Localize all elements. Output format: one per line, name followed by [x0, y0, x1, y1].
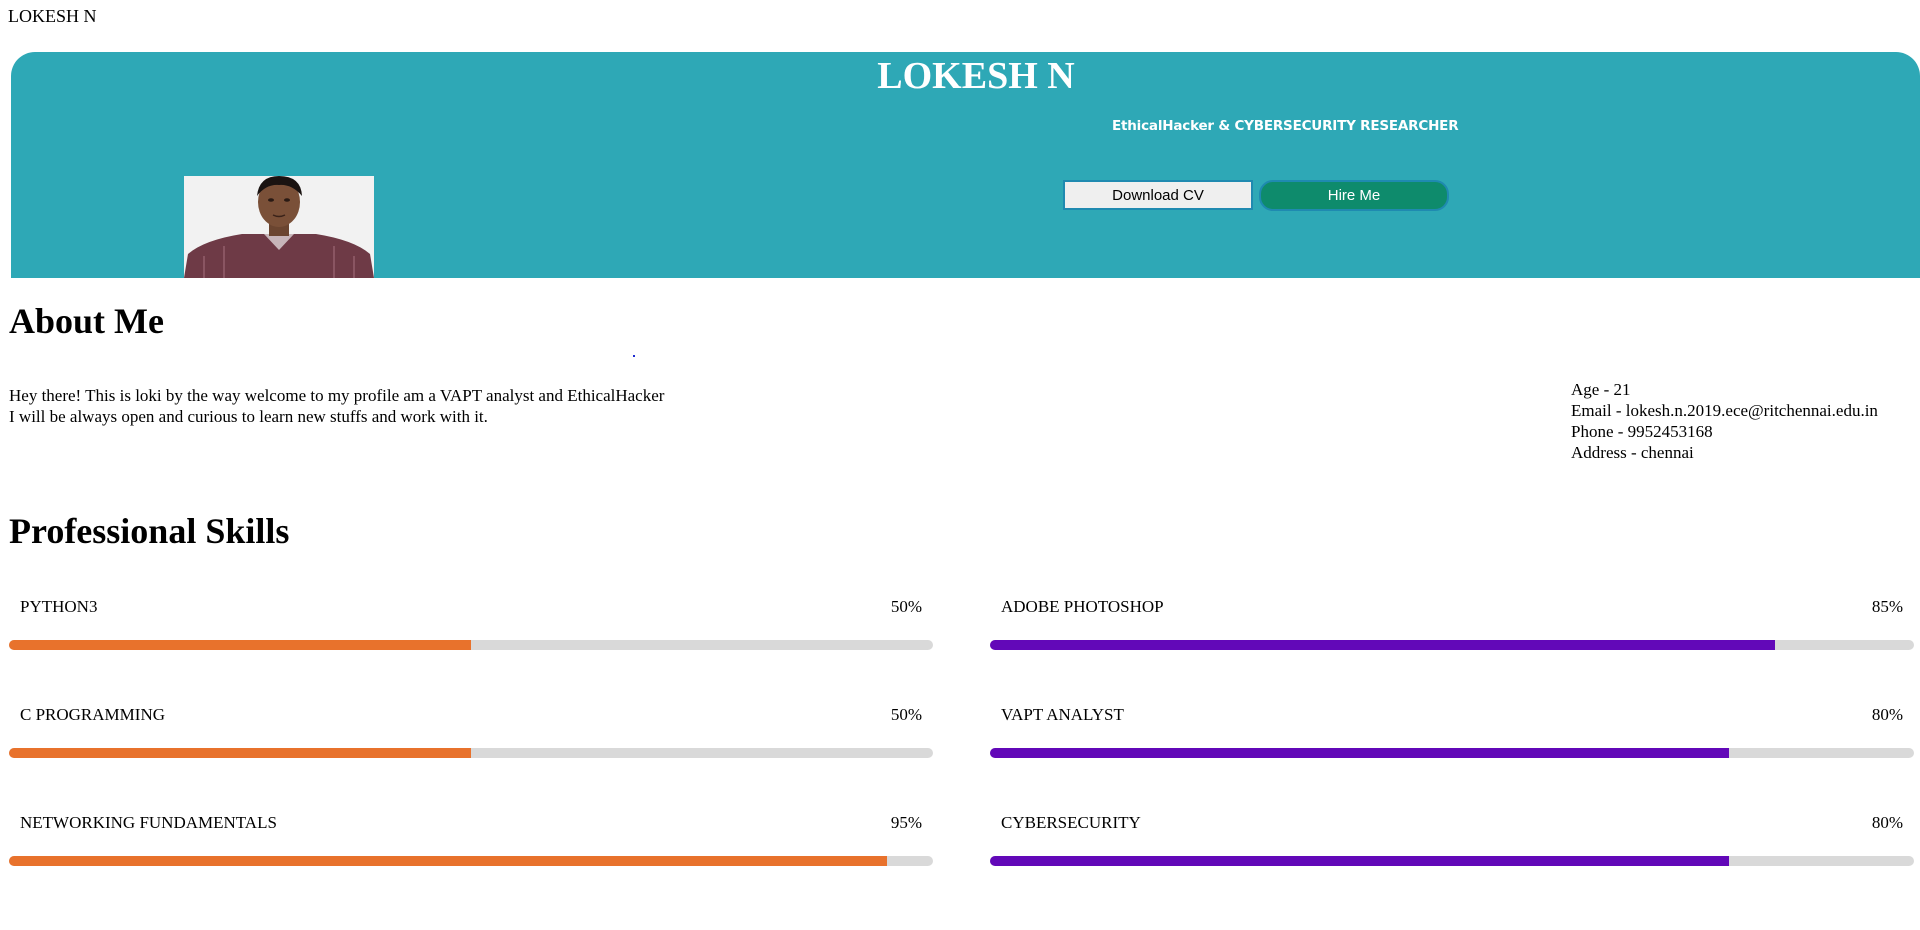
skill-bar-fill [990, 856, 1730, 866]
hire-me-button[interactable]: Hire Me [1259, 180, 1449, 211]
skill-percent: 85% [1871, 597, 1903, 616]
about-heading: About Me [9, 301, 164, 341]
contact-info: Age - 21 Email - lokesh.n.2019.ece@ritch… [1571, 379, 1878, 463]
profile-photo [184, 176, 374, 278]
skill-name: VAPT ANALYST [1001, 705, 1124, 724]
skills-heading: Professional Skills [9, 511, 290, 551]
skill-bar-fill [9, 640, 471, 650]
skill-bar-fill [9, 856, 887, 866]
info-phone: Phone - 9952453168 [1571, 422, 1713, 441]
skill-percent: 80% [1871, 813, 1903, 832]
skill-percent: 95% [890, 813, 922, 832]
skill-bar-fill [990, 748, 1730, 758]
skill-bar-fill [990, 640, 1776, 650]
skill-percent: 50% [890, 705, 922, 724]
skill-bar-track [990, 856, 1914, 866]
info-age: Age - 21 [1571, 380, 1631, 399]
download-cv-button[interactable]: Download CV [1063, 180, 1253, 210]
skill-bar-track [990, 640, 1914, 650]
info-address: Address - chennai [1571, 443, 1694, 462]
skill-bar-track [9, 856, 933, 866]
skill-percent: 50% [890, 597, 922, 616]
skill-name: C PROGRAMMING [20, 705, 165, 724]
skill-bar-track [9, 640, 933, 650]
link-dot [633, 355, 635, 357]
skill-name: ADOBE PHOTOSHOP [1001, 597, 1164, 616]
skill-name: PYTHON3 [20, 597, 98, 616]
skill-percent: 80% [1871, 705, 1903, 724]
about-line-1: Hey there! This is loki by the way welco… [9, 386, 665, 405]
hero-subtitle: EthicalHacker & CYBERSECURITY RESEARCHER [1112, 118, 1459, 134]
skill-bar-fill [9, 748, 471, 758]
skill-name: CYBERSECURITY [1001, 813, 1141, 832]
site-name: LOKESH N [8, 6, 97, 26]
info-email: Email - lokesh.n.2019.ece@ritchennai.edu… [1571, 401, 1878, 420]
hero-title: LOKESH N [877, 55, 1075, 97]
about-text: Hey there! This is loki by the way welco… [9, 385, 664, 427]
skill-bar-track [9, 748, 933, 758]
skill-name: NETWORKING FUNDAMENTALS [20, 813, 277, 832]
hero-banner: LOKESH N EthicalHacker & CYBERSECURITY R… [11, 52, 1920, 278]
skill-bar-track [990, 748, 1914, 758]
about-line-2: I will be always open and curious to lea… [9, 407, 488, 426]
